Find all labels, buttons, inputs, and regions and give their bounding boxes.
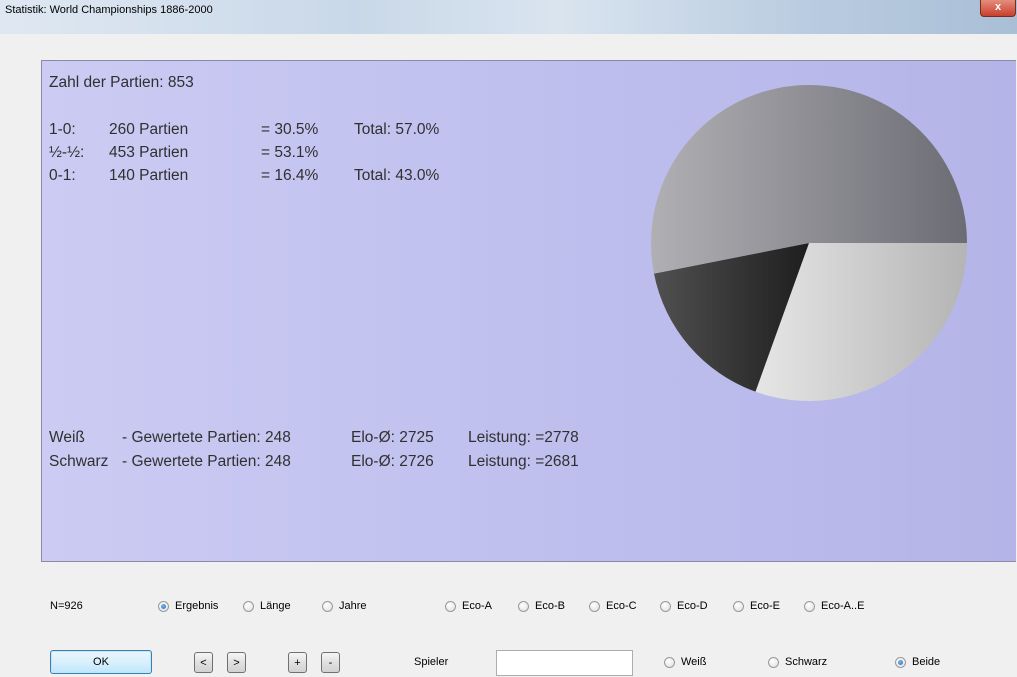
radio-schwarz[interactable]: Schwarz [768,656,827,668]
plus-button[interactable]: + [288,652,307,673]
radio-indicator [589,600,600,612]
rating-elo: Elo-Ø: 2726 [351,453,434,470]
next-button[interactable]: > [227,652,246,673]
rating-performance: Leistung: =2778 [468,429,579,446]
radio-indicator [768,656,779,668]
radio-label: Jahre [339,600,367,612]
previous-button[interactable]: < [194,652,213,673]
radio-indicator [518,600,529,612]
n-count-label: N=926 [50,600,83,612]
radio-label: Eco-D [677,600,708,612]
window-title: Statistik: World Championships 1886-2000 [5,4,213,16]
radio-beide[interactable]: Beide [895,656,940,668]
rating-side: Weiß [49,429,85,446]
radio-label: Beide [912,656,941,668]
radio-indicator [243,600,254,612]
player-input[interactable] [496,650,633,676]
radio-weiss[interactable]: Weiß [664,656,706,668]
result-games: 140 Partien [109,167,189,184]
title-bar: Statistik: World Championships 1886-2000… [0,0,1017,34]
rating-games: - Gewertete Partien: 248 [122,429,291,446]
result-percent: = 53.1% [261,144,319,161]
result-percent: = 30.5% [261,121,319,138]
results-pie-chart [651,85,967,401]
radio-eco-a[interactable]: Eco-A [445,600,492,612]
close-button[interactable]: x [980,0,1016,17]
radio-eco-c[interactable]: Eco-C [589,600,637,612]
radio-eco-a-e[interactable]: Eco-A..E [804,600,864,612]
radio-label: Eco-A [462,600,492,612]
radio-eco-d[interactable]: Eco-D [660,600,708,612]
radio-label: Eco-B [535,600,565,612]
result-label: 0-1: [49,167,76,184]
radio-ergebnis[interactable]: Ergebnis [158,600,218,612]
radio-indicator [895,656,906,668]
radio-indicator [158,600,169,612]
radio-label: Eco-E [750,600,780,612]
radio-indicator [322,600,333,612]
result-total: Total: 43.0% [354,167,440,184]
rating-games: - Gewertete Partien: 248 [122,453,291,470]
radio-label: Länge [260,600,291,612]
radio-label: Eco-A..E [821,600,865,612]
radio-label: Schwarz [785,656,828,668]
result-label: 1-0: [49,121,76,138]
ok-button[interactable]: OK [50,650,152,674]
radio-indicator [664,656,675,668]
radio-jahre[interactable]: Jahre [322,600,367,612]
result-games: 260 Partien [109,121,189,138]
radio-indicator [445,600,456,612]
radio-eco-b[interactable]: Eco-B [518,600,565,612]
player-label: Spieler [414,656,449,668]
close-icon: x [994,1,1002,13]
result-games: 453 Partien [109,144,189,161]
result-percent: = 16.4% [261,167,319,184]
radio-label: Eco-C [606,600,637,612]
radio-label: Ergebnis [175,600,219,612]
rating-performance: Leistung: =2681 [468,453,579,470]
rating-elo: Elo-Ø: 2725 [351,429,434,446]
result-label: ½-½: [49,144,85,161]
games-count: Zahl der Partien: 853 [49,74,194,91]
result-total: Total: 57.0% [354,121,440,138]
radio-eco-e[interactable]: Eco-E [733,600,780,612]
radio-indicator [660,600,671,612]
radio-indicator [733,600,744,612]
minus-button[interactable]: - [321,652,340,673]
radio-label: Weiß [681,656,707,668]
statistics-panel: Zahl der Partien: 853 1-0: 260 Partien =… [41,60,1016,562]
radio-laenge[interactable]: Länge [243,600,291,612]
rating-side: Schwarz [49,453,109,470]
radio-indicator [804,600,815,612]
